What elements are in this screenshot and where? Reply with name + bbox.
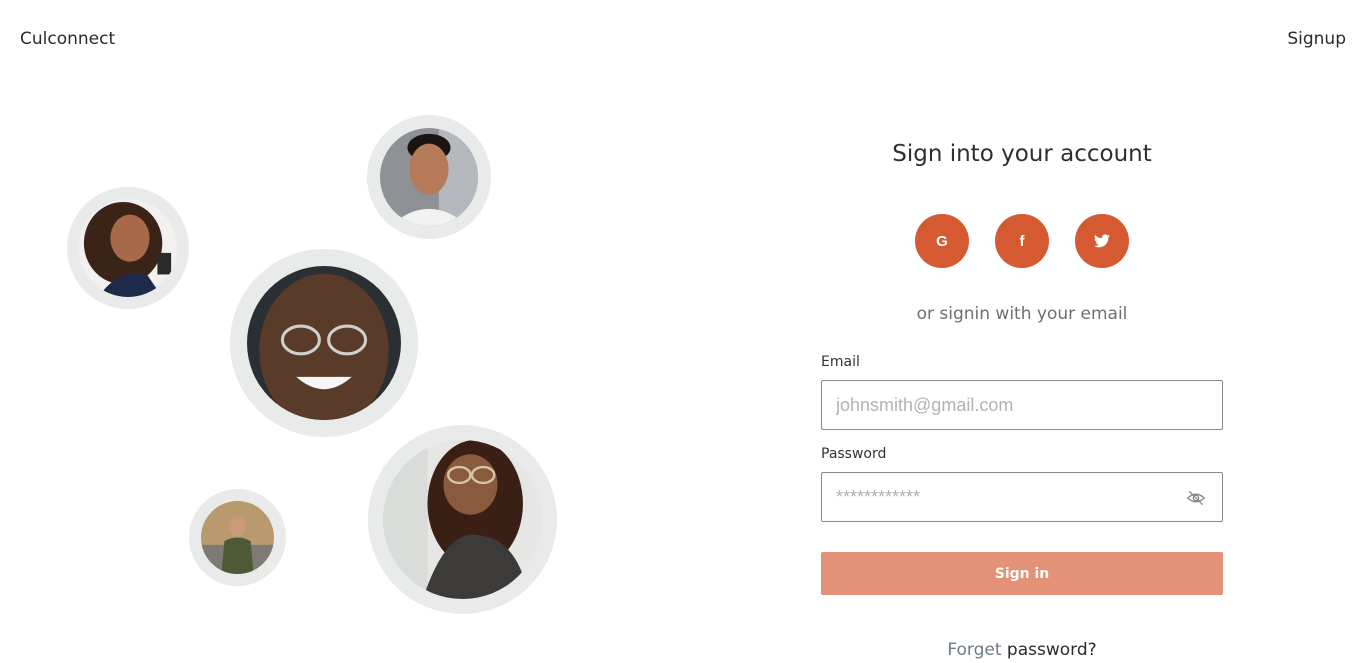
facebook-login-button[interactable]: f: [995, 214, 1049, 268]
forget-link[interactable]: Forget: [947, 640, 1001, 660]
password-link[interactable]: password?: [1007, 640, 1097, 660]
social-login-row: G f: [915, 214, 1129, 268]
password-field[interactable]: [836, 473, 1176, 521]
form-title: Sign into your account: [892, 141, 1152, 167]
avatar-man-street: [189, 489, 286, 586]
avatar-photo: [380, 128, 478, 226]
avatar-man-smiling: [367, 115, 491, 239]
signup-link[interactable]: Signup: [1287, 29, 1346, 49]
eye-slash-icon[interactable]: [1186, 488, 1206, 508]
email-field-box: [821, 380, 1223, 430]
avatar-photo: [383, 440, 542, 599]
login-page: Culconnect Signup Sign into your account…: [0, 0, 1366, 663]
twitter-login-button[interactable]: [1075, 214, 1129, 268]
avatar-photo: [247, 266, 401, 420]
twitter-icon: [1094, 234, 1110, 248]
avatar-photo: [79, 199, 177, 297]
or-signin-email-text: or signin with your email: [916, 304, 1128, 324]
facebook-icon: f: [1019, 232, 1025, 250]
avatar-woman-glasses: [368, 425, 557, 614]
password-field-box: [821, 472, 1223, 522]
email-field[interactable]: [836, 381, 1176, 429]
google-login-button[interactable]: G: [915, 214, 969, 268]
forget-password-row: Forget password?: [821, 640, 1223, 660]
avatar-photo: [201, 501, 274, 574]
avatar-man-glasses: [230, 249, 418, 437]
brand-logo-link[interactable]: Culconnect: [20, 29, 115, 49]
email-label: Email: [821, 354, 860, 370]
signin-button[interactable]: Sign in: [821, 552, 1223, 595]
password-label: Password: [821, 446, 887, 462]
avatar-woman-curly-hair: [67, 187, 189, 309]
google-icon: G: [936, 232, 948, 250]
